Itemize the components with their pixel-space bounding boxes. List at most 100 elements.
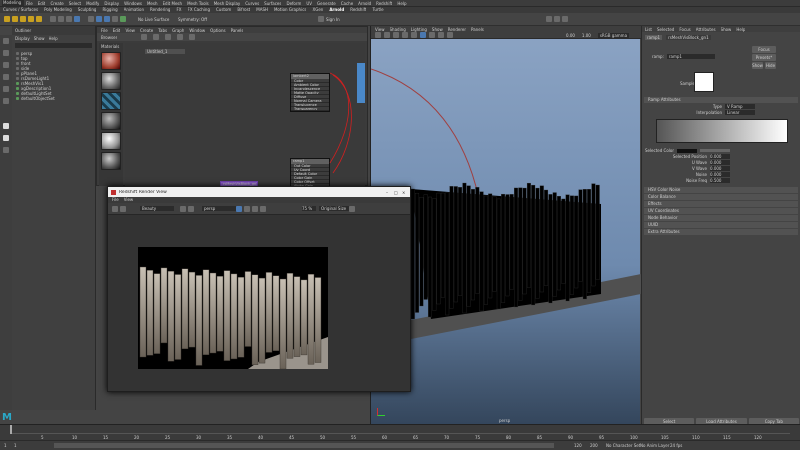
- focus-button[interactable]: Focus: [752, 46, 776, 53]
- interpolation-select[interactable]: Linear: [725, 110, 755, 115]
- menu-item[interactable]: Mesh: [147, 1, 158, 6]
- paint-tool-icon[interactable]: [3, 62, 9, 68]
- menu-item[interactable]: Display: [104, 1, 119, 6]
- select-arrow-icon[interactable]: [3, 38, 9, 44]
- minimize-icon[interactable]: –: [386, 190, 394, 195]
- viewport-menu-item[interactable]: Shading: [390, 27, 406, 32]
- attribute-editor-icon[interactable]: [562, 16, 568, 22]
- color-space-select[interactable]: sRGB gamma: [597, 32, 630, 38]
- anim-end-field[interactable]: 200: [590, 443, 606, 448]
- camera-select[interactable]: persp: [202, 206, 236, 211]
- menu-item[interactable]: Generate: [317, 1, 336, 6]
- selected-color-swatch[interactable]: [677, 148, 697, 153]
- grid-icon[interactable]: [384, 32, 390, 38]
- collapsed-section[interactable]: UUID: [644, 222, 798, 228]
- menu-item[interactable]: Mesh Display: [214, 1, 241, 6]
- menu-item[interactable]: Select: [69, 1, 81, 6]
- globe-icon[interactable]: [180, 205, 186, 212]
- menu-item[interactable]: Cache: [341, 1, 353, 6]
- attr-menu-item[interactable]: List: [645, 27, 652, 32]
- history-icon[interactable]: [88, 16, 94, 22]
- current-frame-marker[interactable]: [10, 425, 12, 434]
- snap-curve-icon[interactable]: [66, 16, 72, 22]
- material-swatch[interactable]: [101, 52, 121, 70]
- hypershade-menu-item[interactable]: Edit: [113, 28, 121, 33]
- hide-button[interactable]: Hide: [765, 62, 776, 69]
- close-icon[interactable]: ×: [402, 190, 410, 195]
- render-settings-icon[interactable]: [120, 205, 126, 212]
- menu-item[interactable]: UV: [306, 1, 312, 6]
- sign-in-link[interactable]: Sign In: [326, 17, 346, 22]
- noise-field[interactable]: 0.000: [710, 172, 730, 177]
- type-select[interactable]: V Ramp: [725, 104, 755, 109]
- anim-layer-select[interactable]: No Anim Layer: [640, 443, 670, 448]
- crop-icon[interactable]: [244, 205, 250, 212]
- menu-item[interactable]: Surfaces: [264, 1, 281, 6]
- collapsed-section[interactable]: Effects: [644, 201, 798, 207]
- move-tool-icon[interactable]: [3, 74, 9, 80]
- gear-icon[interactable]: [349, 205, 355, 212]
- single-pane-icon[interactable]: [3, 123, 9, 129]
- graph-input-icon[interactable]: [153, 34, 160, 40]
- viewport-menu-item[interactable]: Renderer: [448, 27, 466, 32]
- material-swatch[interactable]: [101, 92, 121, 110]
- lasso-icon[interactable]: [12, 16, 18, 22]
- menu-item[interactable]: Arnold: [358, 1, 371, 6]
- hypershade-menu-item[interactable]: File: [101, 28, 108, 33]
- move-icon[interactable]: [28, 16, 34, 22]
- render-start-icon[interactable]: [112, 205, 118, 212]
- hypershade-menu-item[interactable]: Tabs: [158, 28, 167, 33]
- live-surface-label[interactable]: No Live Surface: [138, 17, 174, 22]
- attr-tab[interactable]: rsMeshVisBlock_gn1: [666, 35, 711, 40]
- noise-freq-field[interactable]: 0.500: [710, 178, 730, 183]
- wireframe-icon[interactable]: [393, 32, 399, 38]
- ramp-name-field[interactable]: ramp1: [666, 54, 715, 59]
- graph-clear-icon[interactable]: [177, 34, 184, 40]
- material-swatch[interactable]: [101, 72, 121, 90]
- aov-select[interactable]: Beauty: [140, 206, 174, 211]
- menu-item[interactable]: Windows: [124, 1, 142, 6]
- collapsed-section[interactable]: UV Coordinates: [644, 208, 798, 214]
- render-settings-icon[interactable]: [112, 16, 118, 22]
- paint-select-icon[interactable]: [20, 16, 26, 22]
- snapshot-icon[interactable]: [236, 205, 242, 212]
- render-icon[interactable]: [96, 16, 102, 22]
- attr-menu-item[interactable]: Focus: [679, 27, 690, 32]
- selected-color-slider[interactable]: [700, 149, 730, 152]
- menu-item[interactable]: Mesh Tools: [187, 1, 209, 6]
- menu-item[interactable]: Curves: [245, 1, 259, 6]
- pause-icon[interactable]: [252, 205, 258, 212]
- menu-item[interactable]: Edit Mesh: [163, 1, 183, 6]
- current-frame-field[interactable]: 1: [14, 443, 24, 448]
- hypershade-menu-item[interactable]: Options: [210, 28, 225, 33]
- menu-item[interactable]: Deform: [286, 1, 301, 6]
- selected-position-field[interactable]: 0.000: [710, 154, 730, 159]
- collapsed-section[interactable]: Color Balance: [644, 194, 798, 200]
- attr-menu-item[interactable]: Selected: [657, 27, 674, 32]
- node-editor-graph[interactable]: Untitled_1 lambert2 Color Ambient Color In…: [125, 43, 365, 201]
- presets-button[interactable]: Presets*: [752, 54, 776, 61]
- u-wave-field[interactable]: 0.000: [710, 160, 730, 165]
- material-swatch[interactable]: [101, 112, 121, 130]
- node-port[interactable]: Transparency: [291, 107, 329, 111]
- outliner-search-field[interactable]: [15, 43, 92, 48]
- zoom-field[interactable]: 75 %: [302, 206, 316, 211]
- camera-icon[interactable]: [375, 32, 381, 38]
- character-set-select[interactable]: No Character Set: [606, 443, 640, 448]
- rotate-icon[interactable]: [36, 16, 42, 22]
- attr-menu-item[interactable]: Help: [736, 27, 745, 32]
- collapsed-section[interactable]: Node Behavior: [644, 215, 798, 221]
- symmetry-label[interactable]: Symmetry: Off: [178, 17, 208, 22]
- rotate-tool-icon[interactable]: [3, 86, 9, 92]
- graph-output-icon[interactable]: [165, 34, 172, 40]
- shadows-icon[interactable]: [429, 32, 435, 38]
- attr-menu-item[interactable]: Attributes: [696, 27, 716, 32]
- range-end-field[interactable]: 120: [574, 443, 590, 448]
- image-size-select[interactable]: Original Size: [319, 206, 349, 211]
- textured-icon[interactable]: [411, 32, 417, 38]
- material-swatch[interactable]: [101, 132, 121, 150]
- collapsed-section[interactable]: HSV Color Noise: [644, 187, 798, 193]
- workspace-selector[interactable]: Modeling: [2, 0, 24, 6]
- outliner-layout-icon[interactable]: [3, 147, 9, 153]
- menu-item[interactable]: Modify: [86, 1, 99, 6]
